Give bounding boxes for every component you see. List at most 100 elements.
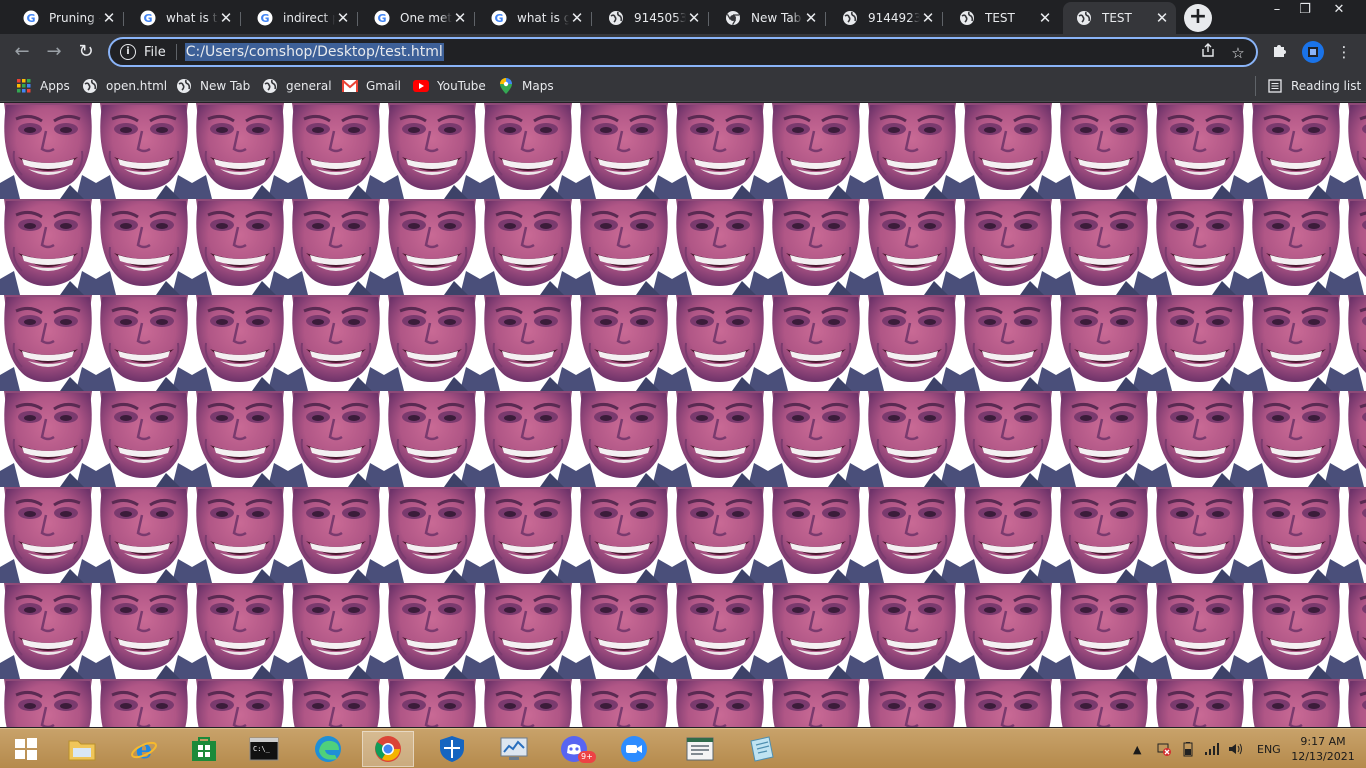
language-label: ENG [1257,742,1281,756]
tab-8[interactable]: 91449237✕ [829,4,943,32]
reading-list-icon [1267,78,1283,94]
svg-text:e: e [136,735,153,764]
google-g-icon: G [374,10,390,26]
tab-title: One meth [400,11,452,25]
restore-button[interactable]: ❐ [1290,0,1320,22]
windows-security-button[interactable] [426,731,478,767]
window-close-button[interactable]: ✕ [1324,0,1354,22]
document-window-icon [686,737,714,761]
tab-10[interactable]: TEST ✕ [1063,2,1176,34]
url-text[interactable]: C:/Users/comshop/Desktop/test.html [184,43,444,61]
shield-icon [440,736,464,762]
tab-6[interactable]: 91450532✕ [595,4,709,32]
windows-start-button[interactable] [0,731,52,767]
tab-5[interactable]: Gwhat is gr✕ [478,4,592,32]
tab-title: New Tab [751,11,802,25]
microsoft-store-button[interactable] [178,731,230,767]
clock-date: 12/13/2021 [1291,750,1355,763]
tab-title: what is th [166,11,218,25]
tab-separator [708,12,709,26]
globe-icon [176,78,192,94]
tab-separator [591,12,592,26]
close-icon[interactable]: ✕ [569,10,585,26]
svg-text:G: G [377,12,386,25]
tab-separator [240,12,241,26]
extensions-puzzle-icon[interactable] [1270,42,1290,62]
forward-button[interactable]: → [40,38,68,66]
bookmark-label: Maps [522,79,554,93]
google-chrome-button[interactable] [362,731,414,767]
document-viewer-button[interactable] [674,731,726,767]
address-bar[interactable]: i File C:/Users/comshop/Desktop/test.htm… [108,37,1258,67]
reload-button[interactable]: ↻ [72,38,100,66]
tab-9[interactable]: TEST ✕ [946,4,1059,32]
new-tab-button[interactable]: + [1184,4,1212,32]
file-explorer-button[interactable] [56,731,108,767]
bookmark-maps[interactable]: Maps [498,76,554,96]
page-content[interactable] [0,103,1366,727]
close-icon[interactable]: ✕ [1154,10,1170,26]
tab-1[interactable]: G Pruning - ✕ [10,4,124,32]
discord-button[interactable]: 9+ [550,731,602,767]
bookmark-general[interactable]: general [262,76,332,96]
tab-4[interactable]: G One meth✕ [361,4,475,32]
command-prompt-button[interactable]: C:\_ [238,731,290,767]
tab-strip: GPruning - ✕Gwhat is th✕Gindirect pl✕GOn… [0,0,1366,34]
bookmark-youtube[interactable]: YouTube [413,76,486,96]
svg-text:C:\_: C:\_ [253,745,271,753]
browser-window: GPruning - ✕Gwhat is th✕Gindirect pl✕GOn… [0,0,1366,768]
google-g-icon: G [23,10,39,26]
bookmark-star-icon[interactable]: ☆ [1228,43,1248,63]
profile-avatar[interactable] [1302,41,1324,63]
google-g-icon: G [140,10,156,26]
internet-explorer-button[interactable]: e [118,731,170,767]
bookmark-new-tab[interactable]: New Tab [176,76,250,96]
zoom-button[interactable] [608,731,660,767]
windows-taskbar: e C:\_ 9+ ▲ ENG 9:17 AM 12/13/2021 [0,728,1366,768]
reading-list-label: Reading list [1291,79,1362,93]
bookmark-open-html[interactable]: open.html [82,76,167,96]
notepad-button[interactable] [736,731,788,767]
bookmarks-bar: Apps open.html New Tab general Gmail YouTube M… [0,70,1366,102]
signal-icon[interactable] [1204,729,1220,768]
tiled-face-image [0,103,1366,727]
globe-icon [608,10,624,26]
svg-text:G: G [260,12,269,25]
google-g-icon: G [257,10,273,26]
bookmark-gmail[interactable]: Gmail [342,76,401,96]
close-icon[interactable]: ✕ [1037,10,1053,26]
language-indicator[interactable]: ENG [1257,729,1281,768]
system-monitor-button[interactable] [488,731,540,767]
show-hidden-icons-button[interactable]: ▲ [1133,729,1141,768]
network-status-icon[interactable] [1156,729,1172,768]
gmail-icon [342,78,358,94]
share-icon[interactable] [1198,43,1218,63]
tab-2[interactable]: Gwhat is th✕ [127,4,241,32]
internet-explorer-icon: e [131,735,157,764]
menu-kebab-icon[interactable]: ⋮ [1334,42,1354,62]
globe-icon [842,10,858,26]
minimize-button[interactable]: – [1262,0,1292,22]
tab-separator [825,12,826,26]
notepad-icon [750,736,774,762]
reading-list-button[interactable]: Reading list [1267,76,1361,96]
close-icon[interactable]: ✕ [101,10,117,26]
close-icon[interactable]: ✕ [452,10,468,26]
battery-icon[interactable] [1180,729,1196,768]
tab-7[interactable]: New Tab ✕ [712,4,826,32]
close-icon[interactable]: ✕ [920,10,936,26]
close-icon[interactable]: ✕ [335,10,351,26]
close-icon[interactable]: ✕ [803,10,819,26]
svg-text:G: G [143,12,152,25]
microsoft-edge-button[interactable] [302,731,354,767]
clock[interactable]: 9:17 AM 12/13/2021 [1290,734,1356,764]
tab-3[interactable]: Gindirect pl✕ [244,4,358,32]
back-button[interactable]: ← [8,38,36,66]
close-icon[interactable]: ✕ [686,10,702,26]
volume-icon[interactable] [1227,729,1243,768]
close-icon[interactable]: ✕ [218,10,234,26]
tab-separator [942,12,943,26]
bookmark-apps[interactable]: Apps [16,76,70,96]
info-icon[interactable]: i [120,44,136,60]
tab-title: 91450532 [634,11,686,25]
